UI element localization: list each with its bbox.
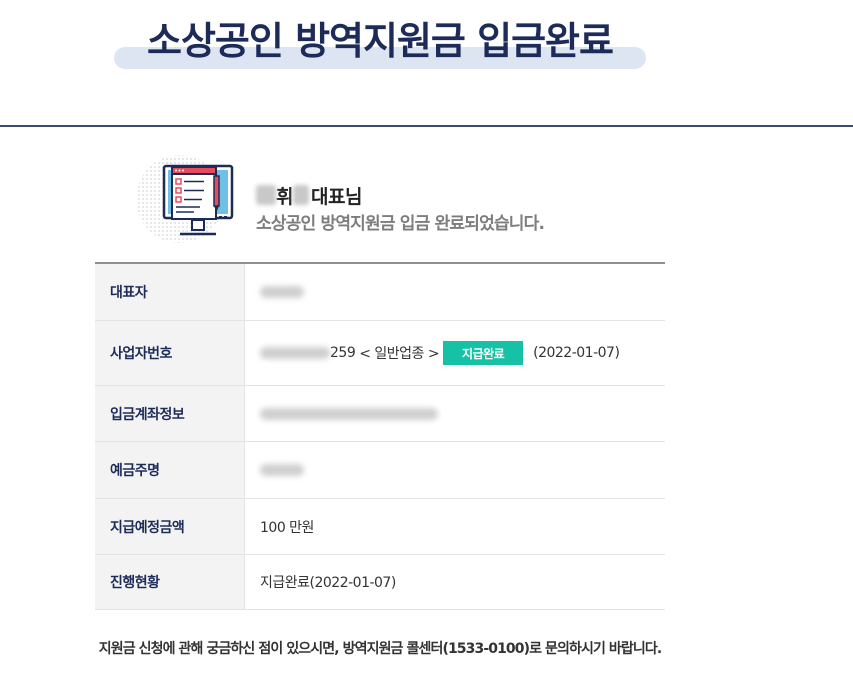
table-row: 사업자번호 259 < 일반업종 > 지급완료 (2022-01-07) xyxy=(95,321,665,386)
row-label: 대표자 xyxy=(95,264,245,320)
footer-note: 지원금 신청에 관해 궁금하신 점이 있으시면, 방역지원금 콜센터(1533-… xyxy=(98,641,662,657)
redacted-text xyxy=(260,464,304,476)
table-row: 지급예정금액 100 만원 xyxy=(95,499,665,555)
name-redacted-chip xyxy=(256,185,276,205)
row-label: 입금계좌정보 xyxy=(95,386,245,441)
row-value: 100 만원 xyxy=(260,519,314,536)
table-row: 진행현황 지급완료(2022-01-07) xyxy=(95,555,665,610)
row-label: 사업자번호 xyxy=(95,321,245,385)
table-row: 대표자 xyxy=(95,264,665,321)
status-badge: 지급완료 xyxy=(443,341,524,365)
business-number-suffix: 259 xyxy=(330,345,356,361)
page-title-area: 소상공인 방역지원금 입금완료 xyxy=(114,14,646,70)
greeting-honorific: 대표님 xyxy=(310,185,362,208)
header-divider xyxy=(0,125,853,127)
redacted-text xyxy=(260,286,304,298)
name-redacted-chip xyxy=(292,185,309,205)
row-label: 지급예정금액 xyxy=(95,499,245,554)
business-number-value: 259 < 일반업종 > 지급완료 (2022-01-07) xyxy=(245,321,665,385)
greeting-name-middle: 휘 xyxy=(276,185,293,208)
redacted-text xyxy=(260,347,330,359)
greeting-name-row: 휘 대표님 xyxy=(256,182,696,208)
monitor-checklist-icon xyxy=(134,154,238,244)
greeting: 휘 대표님 소상공인 방역지원금 입금 완료되었습니다. xyxy=(256,182,696,234)
row-value-redacted xyxy=(245,442,665,498)
row-value-redacted xyxy=(245,264,665,320)
table-row: 예금주명 xyxy=(95,442,665,499)
page-title: 소상공인 방역지원금 입금완료 xyxy=(147,19,614,63)
row-value-redacted xyxy=(245,386,665,441)
greeting-message: 소상공인 방역지원금 입금 완료되었습니다. xyxy=(256,214,545,234)
table-row: 입금계좌정보 xyxy=(95,386,665,442)
row-value: 지급완료(2022-01-07) xyxy=(260,575,396,591)
business-type: < 일반업종 > xyxy=(359,346,440,362)
status-date: (2022-01-07) xyxy=(533,345,620,361)
redacted-text xyxy=(260,407,438,420)
info-table: 대표자 사업자번호 259 < 일반업종 > 지급완료 (2022-01-07)… xyxy=(95,262,665,610)
row-label: 예금주명 xyxy=(95,442,245,498)
row-label: 진행현황 xyxy=(95,555,245,609)
